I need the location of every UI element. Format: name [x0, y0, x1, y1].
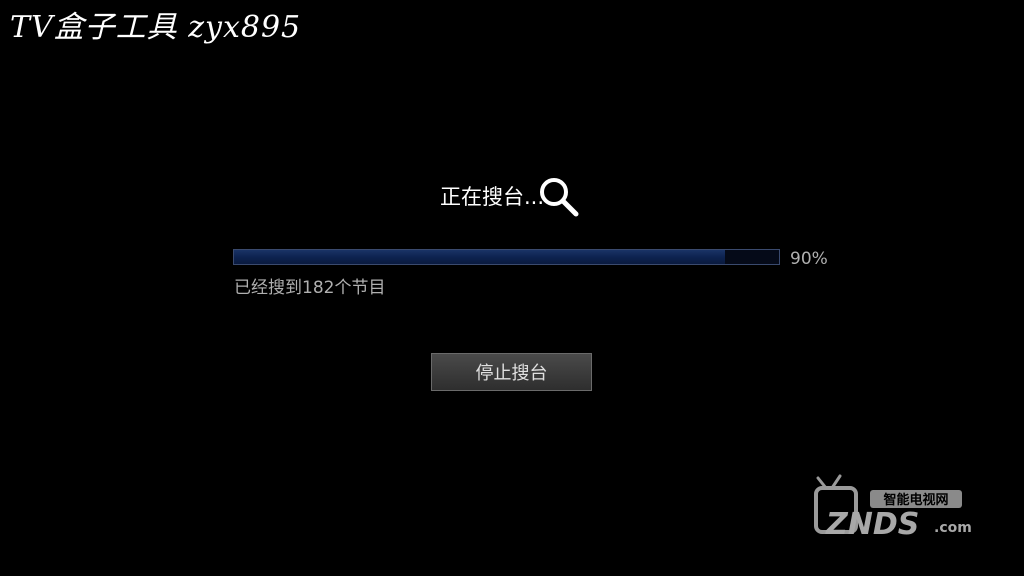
- scan-progress-percent: 90%: [790, 249, 828, 269]
- channels-found-count: 已经搜到182个节目: [234, 278, 386, 298]
- brand-main-text: ZNDS: [825, 507, 919, 542]
- brand-suffix-text: .com: [934, 520, 972, 536]
- stop-scan-button[interactable]: 停止搜台: [431, 353, 592, 391]
- search-icon: [540, 178, 579, 217]
- scan-header: 正在搜台...: [0, 170, 1024, 222]
- znds-logo: 智能电视网 ZNDS .com: [814, 474, 972, 542]
- watermark-title: TV盒子工具 zyx895: [10, 10, 302, 45]
- brand-top-text: 智能电视网: [883, 492, 948, 508]
- scan-title: 正在搜台...: [439, 185, 545, 209]
- scan-progress-fill: [234, 250, 725, 264]
- scan-progress-bar: [233, 249, 780, 265]
